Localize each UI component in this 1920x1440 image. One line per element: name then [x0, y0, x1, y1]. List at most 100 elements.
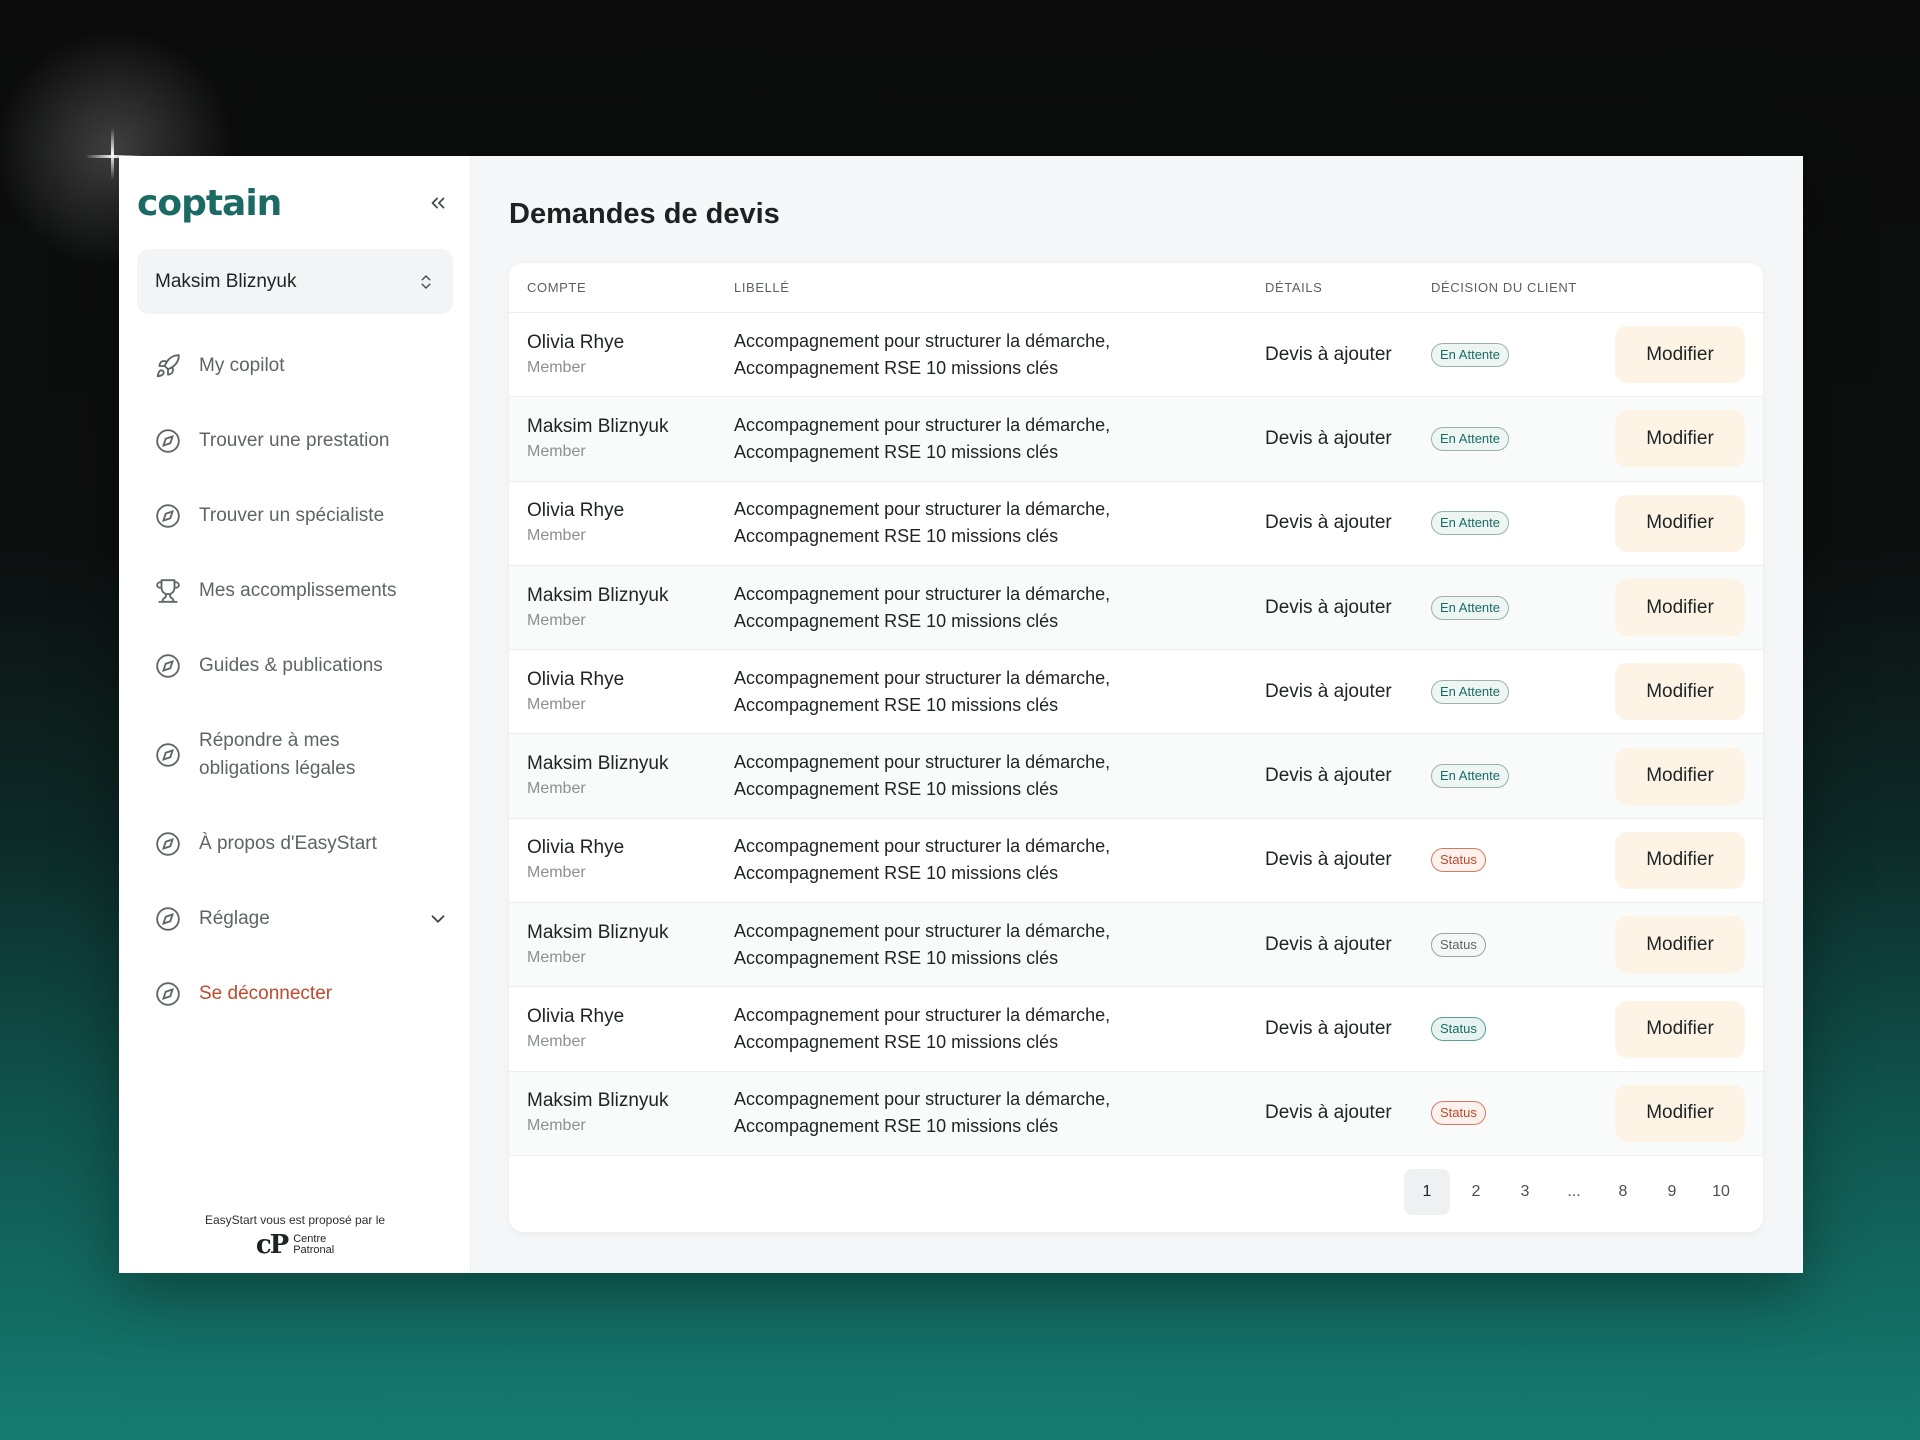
chevron-down-icon[interactable]	[427, 908, 449, 930]
sidebar-item-label: Guides & publications	[199, 654, 383, 676]
page-button[interactable]: 2	[1453, 1169, 1499, 1215]
compass-icon	[155, 906, 181, 932]
details-text: Devis à ajouter	[1265, 512, 1392, 534]
sidebar-item-logout[interactable]: Se déconnecter	[155, 956, 455, 1031]
libelle-line: Accompagnement pour structurer la démarc…	[734, 330, 1111, 351]
status-badge: En Attente	[1431, 342, 1509, 367]
account-role: Member	[527, 780, 586, 798]
sidebar-item-label: Trouver une prestation	[199, 429, 390, 451]
modifier-button[interactable]: Modifier	[1615, 831, 1745, 889]
column-header-decision: DÉCISION DU CLIENT	[1431, 280, 1577, 295]
libelle-line: Accompagnement pour structurer la démarc…	[734, 667, 1111, 688]
page-button[interactable]: 9	[1649, 1169, 1695, 1215]
sidebar-item-accomplissements[interactable]: Mes accomplissements	[155, 553, 455, 628]
modifier-button[interactable]: Modifier	[1615, 494, 1745, 552]
pagination: 1 2 3... 8 9 10	[509, 1152, 1763, 1232]
decision-cell: Status	[1431, 987, 1486, 1070]
table-row: Olivia Rhye Member Accompagnement pour s…	[509, 818, 1763, 904]
table-row: Maksim Bliznyuk Member Accompagnement po…	[509, 397, 1763, 482]
modifier-button[interactable]: Modifier	[1615, 326, 1745, 384]
account-cell: Maksim Bliznyuk Member	[527, 734, 668, 817]
compass-icon	[155, 742, 181, 768]
compass-icon	[155, 428, 181, 454]
sidebar-item-my-copilot[interactable]: My copilot	[155, 328, 455, 403]
page-button[interactable]: 8	[1600, 1169, 1646, 1215]
details-cell: Devis à ajouter	[1265, 1072, 1392, 1155]
details-cell: Devis à ajouter	[1265, 987, 1392, 1070]
details-text: Devis à ajouter	[1265, 343, 1392, 365]
collapse-sidebar-icon[interactable]	[423, 188, 453, 218]
libelle-line: Accompagnement RSE 10 missions clés	[734, 694, 1059, 715]
status-badge: Status	[1431, 1101, 1486, 1126]
page-button[interactable]: 10	[1698, 1169, 1744, 1215]
modifier-button[interactable]: Modifier	[1615, 1000, 1745, 1058]
libelle-cell: Accompagnement pour structurer la démarc…	[734, 987, 1110, 1070]
sidebar-item-label: Réglage	[199, 907, 270, 929]
sidebar-item-a-propos[interactable]: À propos d'EasyStart	[155, 806, 455, 881]
details-text: Devis à ajouter	[1265, 596, 1392, 618]
brand-logo: coptain	[137, 182, 282, 224]
table-row: Olivia Rhye Member Accompagnement pour s…	[509, 650, 1763, 735]
action-cell: Modifier	[1615, 987, 1745, 1070]
sidebar: coptain Maksim Bliznyuk My copilot Trouv…	[119, 156, 471, 1273]
details-cell: Devis à ajouter	[1265, 397, 1392, 480]
libelle-line: Accompagnement RSE 10 missions clés	[734, 779, 1059, 800]
account-cell: Maksim Bliznyuk Member	[527, 566, 668, 649]
page-button[interactable]: 3	[1502, 1169, 1548, 1215]
decision-cell: Status	[1431, 1072, 1486, 1155]
account-role: Member	[527, 1033, 586, 1051]
modifier-button[interactable]: Modifier	[1615, 410, 1745, 468]
details-cell: Devis à ajouter	[1265, 903, 1392, 986]
partner-logo: cP Centre Patronal	[119, 1230, 471, 1260]
compass-icon	[155, 981, 181, 1007]
account-role: Member	[527, 442, 586, 460]
sidebar-item-trouver-specialiste[interactable]: Trouver un spécialiste	[155, 478, 455, 553]
libelle-line: Accompagnement pour structurer la démarc…	[734, 414, 1111, 435]
libelle-line: Accompagnement RSE 10 missions clés	[734, 947, 1059, 968]
sidebar-item-label: Répondre à mes obligations légales	[199, 729, 356, 779]
account-role: Member	[527, 611, 586, 629]
libelle-line: Accompagnement pour structurer la démarc…	[734, 1089, 1111, 1110]
chevron-up-down-icon	[421, 274, 431, 289]
account-cell: Maksim Bliznyuk Member	[527, 397, 668, 480]
sidebar-item-label: My copilot	[199, 354, 285, 376]
libelle-cell: Accompagnement pour structurer la démarc…	[734, 397, 1110, 480]
libelle-line: Accompagnement pour structurer la démarc…	[734, 920, 1111, 941]
account-name: Olivia Rhye	[527, 1006, 625, 1028]
account-role: Member	[527, 1117, 586, 1135]
libelle-cell: Accompagnement pour structurer la démarc…	[734, 566, 1110, 649]
status-badge: En Attente	[1431, 764, 1509, 789]
details-cell: Devis à ajouter	[1265, 650, 1392, 733]
modifier-button[interactable]: Modifier	[1615, 1084, 1745, 1142]
partner-mark: cP	[255, 1230, 289, 1260]
decision-cell: En Attente	[1431, 650, 1509, 733]
sidebar-item-guides[interactable]: Guides & publications	[155, 628, 455, 703]
details-text: Devis à ajouter	[1265, 427, 1392, 449]
account-name: Maksim Bliznyuk	[527, 753, 669, 775]
decision-cell: Status	[1431, 903, 1486, 986]
status-badge: En Attente	[1431, 595, 1509, 620]
account-cell: Maksim Bliznyuk Member	[527, 903, 668, 986]
status-badge: En Attente	[1431, 426, 1509, 451]
sidebar-item-obligations[interactable]: Répondre à mes obligations légales	[155, 703, 455, 806]
modifier-button[interactable]: Modifier	[1615, 916, 1745, 974]
details-text: Devis à ajouter	[1265, 1018, 1392, 1040]
details-cell: Devis à ajouter	[1265, 566, 1392, 649]
column-header-compte: COMPTE	[527, 280, 587, 295]
modifier-button[interactable]: Modifier	[1615, 747, 1745, 805]
sidebar-item-trouver-prestation[interactable]: Trouver une prestation	[155, 403, 455, 478]
page-title: Demandes de devis	[509, 198, 780, 230]
modifier-button[interactable]: Modifier	[1615, 579, 1745, 637]
modifier-button[interactable]: Modifier	[1615, 663, 1745, 721]
account-role: Member	[527, 864, 586, 882]
account-name: Olivia Rhye	[527, 331, 625, 353]
account-name: Olivia Rhye	[527, 668, 625, 690]
account-cell: Olivia Rhye Member	[527, 987, 624, 1070]
table-row: Maksim Bliznyuk Member Accompagnement po…	[509, 1071, 1763, 1156]
account-selector[interactable]: Maksim Bliznyuk	[137, 249, 453, 314]
account-cell: Olivia Rhye Member	[527, 482, 624, 565]
action-cell: Modifier	[1615, 903, 1745, 986]
sidebar-item-reglage[interactable]: Réglage	[155, 881, 455, 956]
page-button[interactable]: 1	[1404, 1169, 1450, 1215]
account-role: Member	[527, 948, 586, 966]
